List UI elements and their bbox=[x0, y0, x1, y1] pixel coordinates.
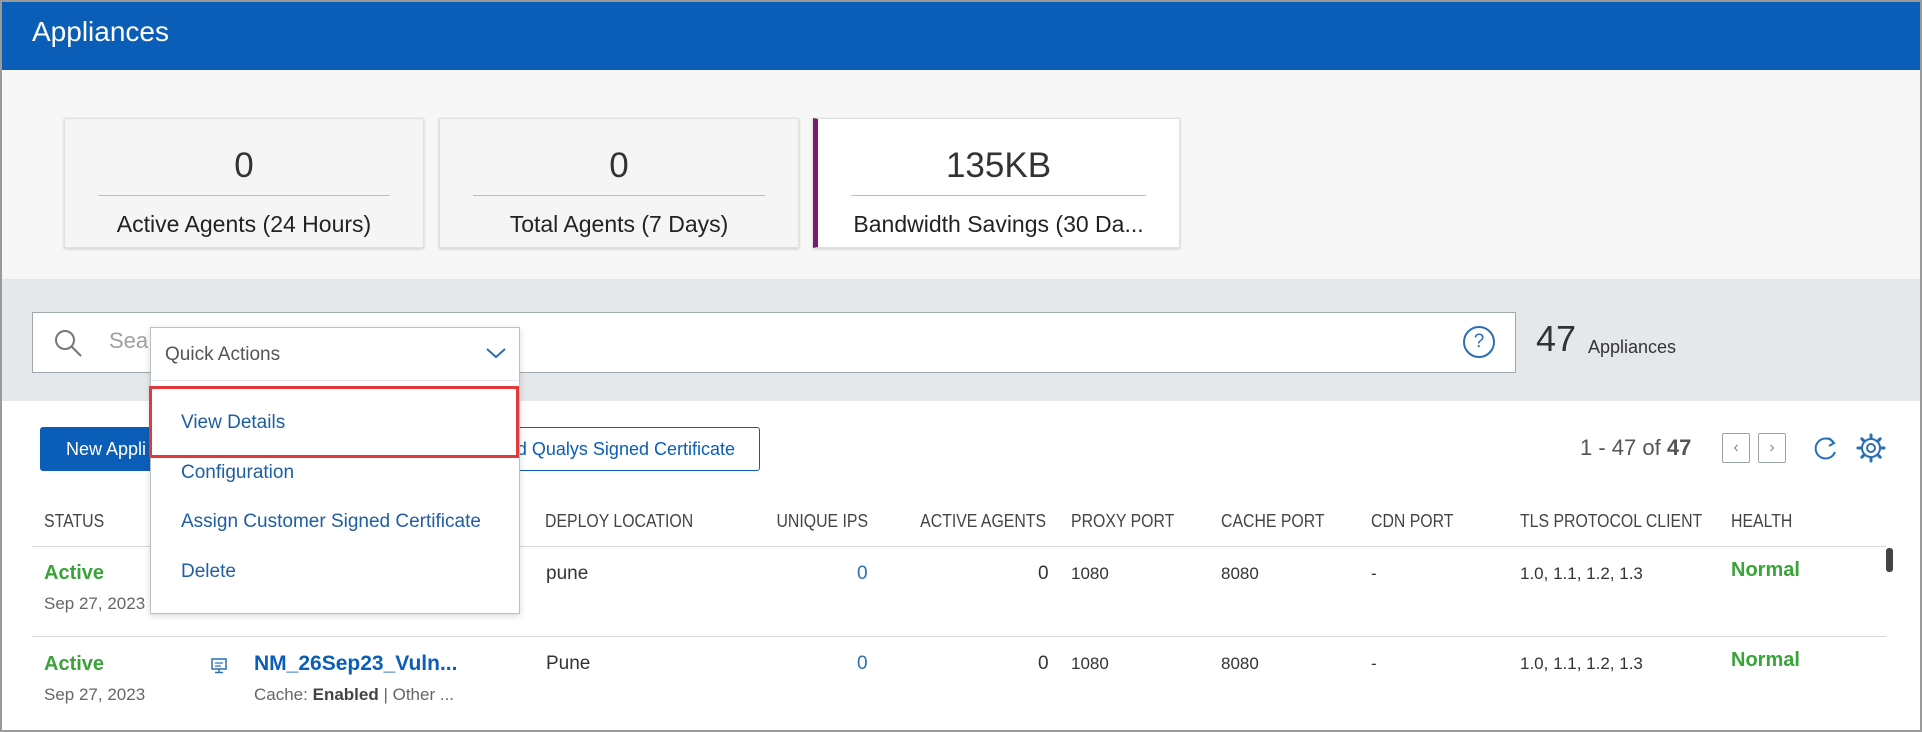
column-header-cache-port[interactable]: CACHE PORT bbox=[1221, 511, 1325, 532]
menu-item-delete[interactable]: Delete bbox=[181, 561, 236, 583]
kpi-label: Total Agents (7 Days) bbox=[509, 211, 729, 237]
cache-label: Cache: bbox=[254, 685, 308, 704]
scrollbar-thumb[interactable] bbox=[1886, 548, 1893, 572]
kpi-divider bbox=[473, 195, 765, 196]
deploy-location: Pune bbox=[546, 653, 591, 674]
column-header-unique-ips[interactable]: UNIQUE IPS bbox=[776, 511, 868, 532]
chevron-right-icon[interactable]: › bbox=[1758, 433, 1786, 463]
app-frame: Appliances 0 Active Agents (24 Hours) 0 … bbox=[0, 0, 1922, 732]
kpi-value: 0 bbox=[234, 146, 254, 185]
cache-value: Enabled bbox=[312, 685, 379, 704]
chevron-down-icon[interactable] bbox=[485, 346, 507, 365]
kpi-value: 135KB bbox=[945, 146, 1052, 185]
active-agents-value: 0 bbox=[1038, 653, 1049, 674]
chevron-left-icon[interactable]: ‹ bbox=[1722, 433, 1750, 463]
column-header-status[interactable]: STATUS bbox=[44, 511, 104, 532]
kpi-card-active-agents[interactable]: 0 Active Agents (24 Hours) bbox=[64, 118, 424, 248]
status-date: Sep 27, 2023 bbox=[44, 685, 146, 704]
gear-icon[interactable] bbox=[1855, 432, 1887, 469]
appliance-icon bbox=[210, 657, 228, 681]
tls-protocol-value: 1.0, 1.1, 1.2, 1.3 bbox=[1520, 654, 1643, 673]
column-header-active-agents[interactable]: ACTIVE AGENTS bbox=[920, 511, 1046, 532]
column-header-deploy-location[interactable]: DEPLOY LOCATION bbox=[545, 511, 693, 532]
kpi-divider bbox=[851, 195, 1146, 196]
search-icon bbox=[53, 328, 83, 363]
menu-item-configuration[interactable]: Configuration bbox=[181, 462, 294, 484]
proxy-port-value: 1080 bbox=[1071, 564, 1109, 583]
unique-ips-link[interactable]: 0 bbox=[857, 563, 868, 585]
pagination-info: 1 - 47 of 47 bbox=[1580, 435, 1691, 461]
active-agents-value: 0 bbox=[1038, 563, 1049, 584]
column-header-proxy-port[interactable]: PROXY PORT bbox=[1071, 511, 1174, 532]
header-bar: Appliances bbox=[2, 2, 1920, 70]
health-status: Normal bbox=[1731, 559, 1800, 581]
column-header-cdn-port[interactable]: CDN PORT bbox=[1371, 511, 1453, 532]
cache-port-value: 8080 bbox=[1221, 564, 1259, 583]
kpi-label: Active Agents (24 Hours) bbox=[116, 211, 372, 237]
row-divider bbox=[32, 636, 1886, 637]
quick-actions-header[interactable]: Quick Actions bbox=[151, 328, 519, 381]
column-header-health[interactable]: HEALTH bbox=[1731, 511, 1792, 532]
tls-protocol-value: 1.0, 1.1, 1.2, 1.3 bbox=[1520, 564, 1643, 583]
appliance-count-label: Appliances bbox=[1588, 337, 1677, 357]
kpi-card-total-agents[interactable]: 0 Total Agents (7 Days) bbox=[439, 118, 799, 248]
proxy-port-value: 1080 bbox=[1071, 654, 1109, 673]
kpi-area: 0 Active Agents (24 Hours) 0 Total Agent… bbox=[2, 70, 1920, 279]
pager-total: 47 bbox=[1666, 435, 1692, 460]
menu-item-view-details[interactable]: View Details bbox=[181, 412, 285, 434]
appliance-name-link[interactable]: NM_26Sep23_Vuln... bbox=[254, 652, 457, 676]
other-info: | Other ... bbox=[383, 685, 455, 704]
status-text: Active bbox=[44, 562, 105, 584]
status-text: Active bbox=[44, 653, 105, 675]
kpi-value: 0 bbox=[609, 146, 629, 185]
unique-ips-link[interactable]: 0 bbox=[857, 653, 868, 675]
pager-range: 1 - 47 of bbox=[1580, 435, 1661, 460]
cdn-port-value: - bbox=[1371, 654, 1377, 673]
column-header-tls-protocol-client[interactable]: TLS PROTOCOL CLIENT bbox=[1520, 511, 1702, 532]
menu-item-assign-customer-signed-certificate[interactable]: Assign Customer Signed Certificate bbox=[181, 511, 481, 533]
kpi-label: Bandwidth Savings (30 Da... bbox=[853, 211, 1144, 237]
kpi-divider bbox=[98, 195, 390, 196]
appliance-cache-info: Cache: Enabled | Other ... bbox=[254, 685, 454, 705]
quick-actions-title: Quick Actions bbox=[165, 344, 281, 365]
deploy-location: pune bbox=[546, 563, 589, 584]
health-status: Normal bbox=[1731, 649, 1800, 671]
page-title: Appliances bbox=[32, 16, 169, 47]
refresh-icon[interactable] bbox=[1810, 432, 1840, 469]
quick-actions-dropdown[interactable]: Quick Actions View Details Configuration… bbox=[150, 327, 520, 614]
status-date: Sep 27, 2023 bbox=[44, 594, 146, 613]
cache-port-value: 8080 bbox=[1221, 654, 1259, 673]
cdn-port-value: - bbox=[1371, 564, 1377, 583]
help-icon[interactable]: ? bbox=[1463, 326, 1495, 358]
kpi-card-bandwidth-savings[interactable]: 135KB Bandwidth Savings (30 Da... bbox=[813, 118, 1180, 248]
appliance-count: 47 bbox=[1536, 318, 1577, 359]
search-placeholder: Sea bbox=[109, 328, 149, 353]
